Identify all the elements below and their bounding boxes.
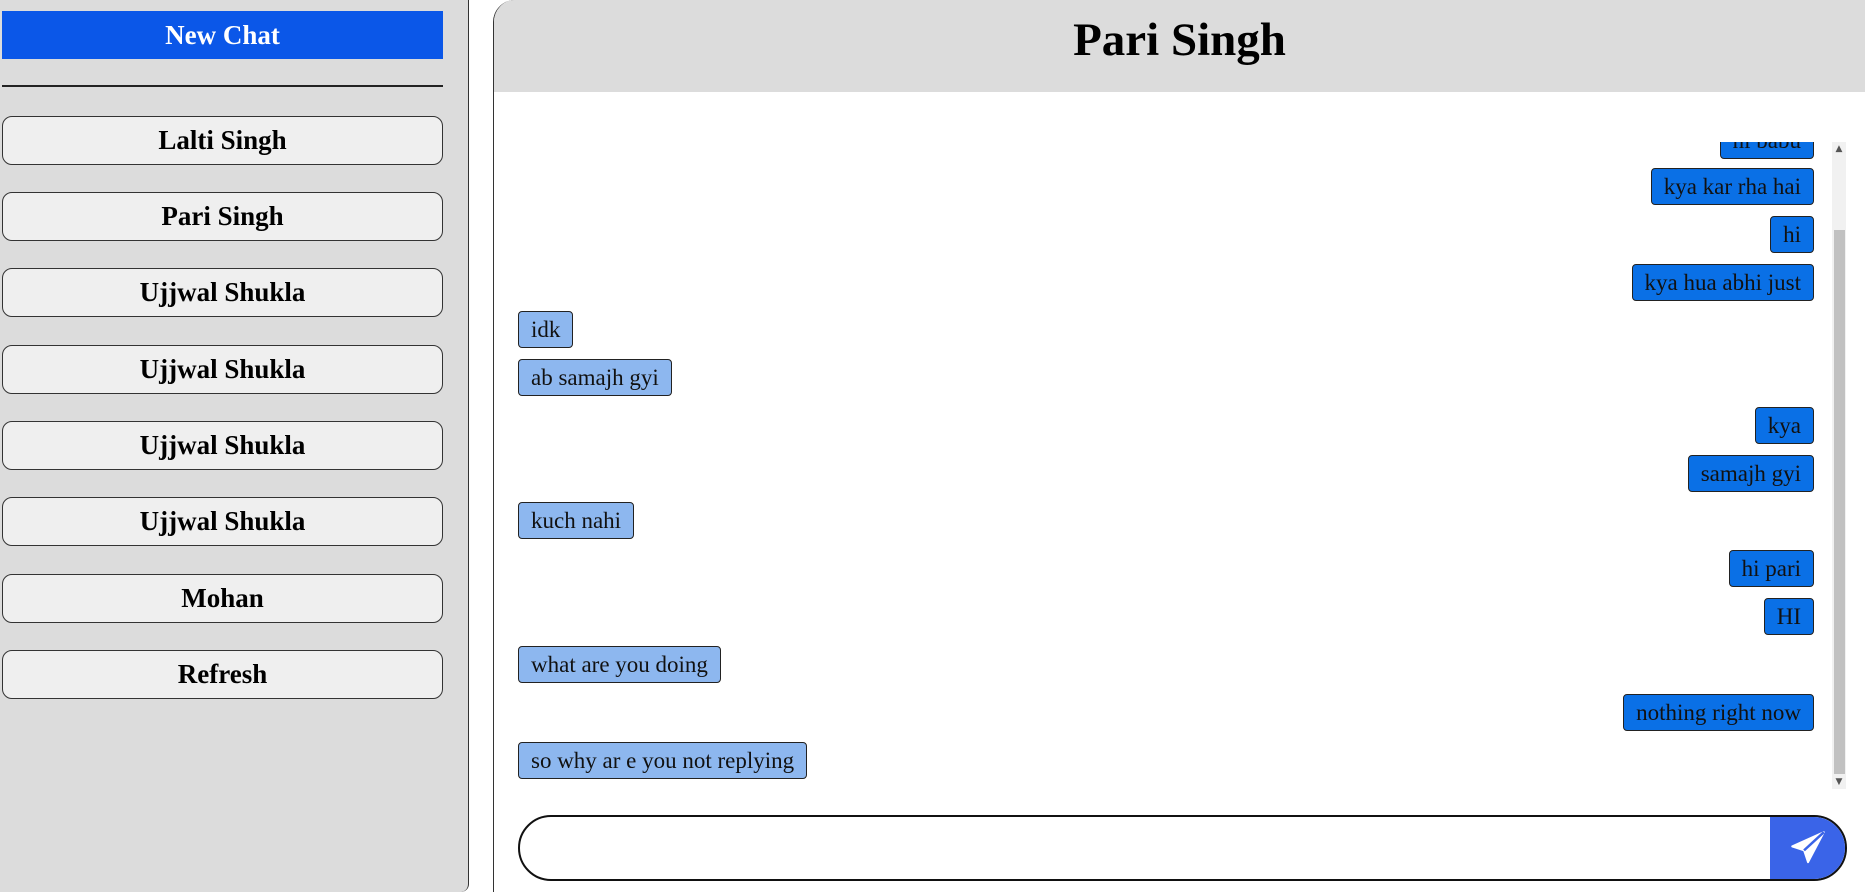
new-chat-button[interactable]: New Chat (2, 11, 443, 59)
refresh-button[interactable]: Refresh (2, 650, 443, 699)
message-outgoing: hi pari (1728, 550, 1814, 587)
scrollbar-thumb[interactable] (1834, 230, 1845, 774)
message-incoming: so why ar e you not replying (518, 742, 808, 779)
chat-header: Pari Singh (494, 0, 1865, 92)
message-incoming: ab samajh gyi (518, 359, 672, 396)
scroll-down-icon[interactable]: ▼ (1832, 775, 1846, 789)
contact-lalti-singh[interactable]: Lalti Singh (2, 116, 443, 165)
paper-plane-icon (1790, 831, 1825, 864)
message-incoming: idk (518, 311, 574, 348)
message-incoming: kuch nahi (518, 502, 635, 539)
message-outgoing: hi (1770, 216, 1814, 253)
contact-mohan[interactable]: Mohan (2, 574, 443, 623)
message-list[interactable]: hi babu kya kar rha hai hi kya hua abhi … (518, 142, 1827, 789)
message-outgoing: kya hua abhi just (1631, 264, 1814, 301)
chat-panel: Pari Singh hi babu kya kar rha hai hi ky… (493, 0, 1865, 892)
message-composer (518, 815, 1847, 881)
sidebar-divider (2, 85, 443, 87)
message-scrollbar[interactable]: ▲ ▼ (1832, 142, 1846, 789)
contact-ujjwal-shukla-2[interactable]: Ujjwal Shukla (2, 345, 443, 394)
message-outgoing: nothing right now (1623, 694, 1814, 731)
message-outgoing: hi babu (1719, 142, 1814, 159)
chat-title: Pari Singh (1073, 14, 1286, 66)
contact-pari-singh[interactable]: Pari Singh (2, 192, 443, 241)
scroll-up-icon[interactable]: ▲ (1832, 142, 1846, 156)
message-outgoing: HI (1763, 598, 1814, 635)
message-outgoing: samajh gyi (1687, 455, 1814, 492)
message-outgoing: kya (1754, 407, 1814, 444)
contact-ujjwal-shukla-3[interactable]: Ujjwal Shukla (2, 421, 443, 470)
message-outgoing: kya kar rha hai (1650, 168, 1814, 205)
contact-ujjwal-shukla-1[interactable]: Ujjwal Shukla (2, 268, 443, 317)
send-button[interactable] (1770, 817, 1845, 879)
message-incoming: what are you doing (518, 646, 721, 683)
sidebar: New Chat Lalti Singh Pari Singh Ujjwal S… (0, 0, 469, 892)
message-input[interactable] (540, 817, 1764, 879)
contact-ujjwal-shukla-4[interactable]: Ujjwal Shukla (2, 497, 443, 546)
